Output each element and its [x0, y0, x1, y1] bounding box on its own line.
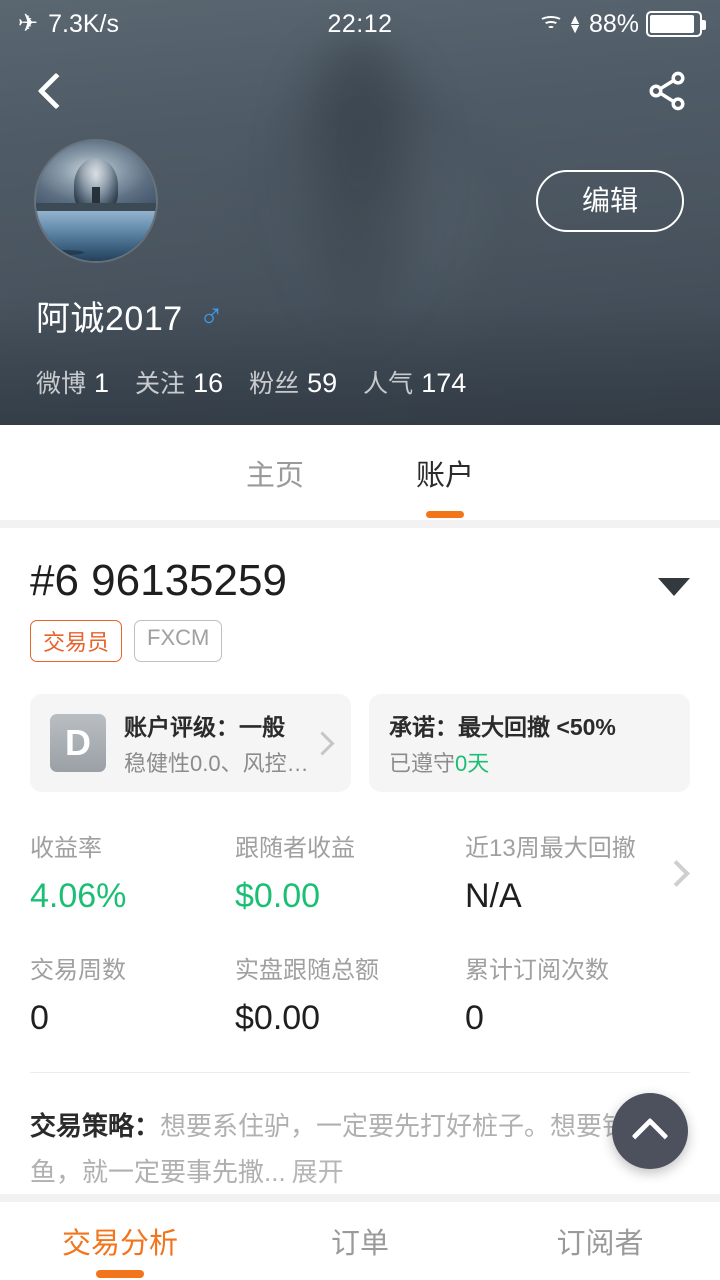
stat-following[interactable]: 关注 16: [135, 364, 223, 400]
rating-grade-badge: D: [50, 714, 106, 772]
promise-card-title: 承诺：最大回撤 <50%: [389, 714, 616, 740]
stat-weibo-value: 1: [94, 368, 110, 398]
share-icon: [649, 71, 685, 110]
chevron-up-icon: [631, 1117, 669, 1155]
tab-home[interactable]: 主页: [190, 434, 360, 512]
metric-subscription-count-label: 累计订阅次数: [465, 957, 609, 984]
avatar-water: [36, 210, 156, 261]
badge-broker: FXCM: [134, 620, 223, 662]
bottom-tab-orders[interactable]: 订单: [240, 1220, 480, 1262]
stat-followers-label: 粉丝: [249, 370, 300, 398]
rating-card-text: 账户评级：一般 稳健性0.0、风控…: [124, 708, 309, 778]
app-screen: ✈ 7.3K/s 22:12 ▲ ▼ 88% 编辑 阿诚2017 ♂ 微博 1 …: [0, 0, 720, 1280]
rating-card[interactable]: D 账户评级：一般 稳健性0.0、风控…: [30, 694, 351, 792]
metric-max-drawdown-label: 近13周最大回撤: [465, 835, 636, 862]
metric-max-drawdown-value: N/A: [465, 877, 522, 915]
promise-card[interactable]: 承诺：最大回撤 <50% 已遵守0天: [369, 694, 690, 792]
chevron-right-icon: [310, 730, 335, 756]
rating-card-subtitle: 稳健性0.0、风控…: [124, 751, 309, 776]
edit-profile-button[interactable]: 编辑: [535, 170, 684, 232]
username: 阿诚2017: [36, 300, 183, 338]
wifi-icon: [538, 14, 564, 34]
stat-followers[interactable]: 粉丝 59: [249, 364, 337, 400]
stat-following-label: 关注: [135, 370, 186, 398]
metric-follower-profit-value: $0.00: [235, 877, 321, 915]
metrics-row-1: 收益率 4.06% 跟随者收益 $0.00 近13周最大回撤 N/A: [30, 828, 690, 916]
account-badges: 交易员 FXCM: [0, 606, 720, 662]
username-row: 阿诚2017 ♂: [0, 291, 720, 340]
profile-stats: 微博 1 关注 16 粉丝 59 人气 174: [0, 364, 720, 400]
metric-total-follow-amount: 实盘跟随总额 $0.00: [235, 950, 465, 1038]
bottom-tab-bar: 交易分析 订单 订阅者: [0, 1202, 720, 1280]
scroll-to-top-button[interactable]: [612, 1093, 688, 1169]
metric-trading-weeks-value: 0: [30, 999, 49, 1037]
promise-card-text: 承诺：最大回撤 <50% 已遵守0天: [389, 708, 616, 778]
metric-trading-weeks-label: 交易周数: [30, 957, 126, 984]
rating-card-title: 账户评级：一般: [124, 714, 285, 740]
stat-followers-value: 59: [307, 368, 338, 398]
bottom-tab-trade-analysis-label: 交易分析: [61, 1228, 178, 1260]
metric-subscription-count-value: 0: [465, 999, 484, 1037]
tab-account[interactable]: 账户: [360, 434, 530, 518]
strategy-expand-link[interactable]: 展开: [292, 1157, 344, 1187]
summary-cards: D 账户评级：一般 稳健性0.0、风控… 承诺：最大回撤 <50% 已遵守0天: [0, 662, 720, 792]
metric-total-follow-amount-value: $0.00: [235, 999, 321, 1037]
promise-sub-value: 0天: [455, 751, 490, 776]
metric-total-follow-amount-label: 实盘跟随总额: [235, 957, 379, 984]
bottom-tab-separator: [0, 1194, 720, 1202]
back-button[interactable]: [26, 64, 80, 118]
bottom-tab-orders-label: 订单: [330, 1228, 389, 1260]
tab-separator: [0, 520, 720, 528]
chevron-down-icon[interactable]: [658, 578, 690, 596]
share-button[interactable]: [640, 64, 694, 118]
account-id: #6 96135259: [30, 556, 287, 605]
promise-sub-prefix: 已遵守: [389, 751, 456, 776]
battery-percent-text: 88%: [588, 9, 639, 38]
metric-follower-profit-label: 跟随者收益: [235, 835, 355, 862]
metric-return-rate-label: 收益率: [30, 835, 102, 862]
profile-header: ✈ 7.3K/s 22:12 ▲ ▼ 88% 编辑 阿诚2017 ♂ 微博 1 …: [0, 0, 720, 425]
bottom-tab-trade-analysis-underline: [96, 1270, 144, 1278]
tab-account-underline: [426, 510, 464, 518]
profile-top-row: 编辑: [0, 141, 720, 261]
bottom-tab-trade-analysis[interactable]: 交易分析: [0, 1220, 240, 1278]
tab-account-label: 账户: [415, 459, 474, 492]
metric-max-drawdown: 近13周最大回撤 N/A: [465, 828, 670, 916]
back-chevron-icon: [37, 72, 75, 109]
metrics-row-2: 交易周数 0 实盘跟随总额 $0.00 累计订阅次数 0: [30, 950, 690, 1038]
status-right: ▲ ▼ 88%: [538, 9, 706, 39]
promise-card-subtitle: 已遵守0天: [389, 746, 616, 778]
stat-weibo[interactable]: 微博 1: [36, 364, 109, 400]
nav-bar: [0, 48, 720, 133]
status-bar: ✈ 7.3K/s 22:12 ▲ ▼ 88%: [0, 0, 720, 48]
bottom-tab-subscribers-label: 订阅者: [556, 1228, 644, 1260]
tab-home-label: 主页: [245, 459, 304, 492]
stat-popularity-value: 174: [421, 368, 467, 398]
gender-male-icon: ♂: [198, 296, 225, 334]
account-header: #6 96135259: [0, 528, 720, 606]
stat-following-value: 16: [193, 368, 224, 398]
battery-icon: [646, 11, 706, 37]
strategy-label: 交易策略：: [30, 1111, 161, 1141]
badge-trader: 交易员: [30, 620, 123, 662]
metric-trading-weeks: 交易周数 0: [30, 950, 235, 1038]
top-tab-bar: 主页 账户: [0, 425, 720, 520]
metric-subscription-count: 累计订阅次数 0: [465, 950, 670, 1038]
avatar[interactable]: [36, 141, 156, 261]
metric-return-rate-value: 4.06%: [30, 877, 127, 915]
metric-follower-profit: 跟随者收益 $0.00: [235, 828, 465, 916]
stat-popularity-label: 人气: [363, 370, 414, 398]
stat-weibo-label: 微博: [36, 370, 87, 398]
bottom-tab-subscribers[interactable]: 订阅者: [480, 1220, 720, 1262]
metric-return-rate: 收益率 4.06%: [30, 828, 235, 916]
data-transfer-icon: ▲ ▼: [568, 11, 582, 36]
stat-popularity[interactable]: 人气 174: [363, 364, 466, 400]
metrics-grid: 收益率 4.06% 跟随者收益 $0.00 近13周最大回撤 N/A 交易周数 …: [0, 792, 720, 1038]
